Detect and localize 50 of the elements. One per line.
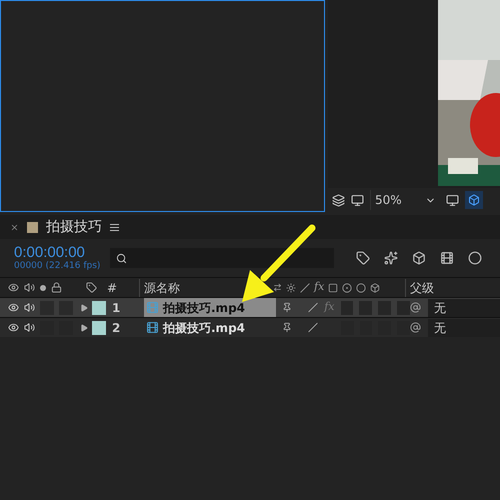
frame-blend-icon (328, 282, 338, 292)
timecode[interactable]: 0:00:00:00 (14, 244, 100, 261)
quality-switch-icon (300, 282, 310, 292)
sparkle-cube-icon[interactable] (384, 251, 398, 265)
label-icon (86, 282, 97, 293)
speaker-icon[interactable] (24, 302, 35, 313)
mask-icon[interactable] (465, 191, 483, 209)
speaker-icon[interactable] (24, 322, 35, 333)
layer-row[interactable]: 2 拍摄技巧.mp4 无 (0, 317, 500, 337)
expand-arrow-icon[interactable] (80, 324, 88, 332)
close-icon[interactable] (10, 222, 19, 232)
quality-icon[interactable] (308, 302, 318, 313)
video-file-icon (146, 321, 159, 334)
layers-icon[interactable] (332, 194, 345, 206)
circle-icon[interactable] (468, 251, 482, 265)
parent-dropdown[interactable]: 无 (428, 298, 500, 316)
pin-icon[interactable] (282, 302, 292, 313)
search-field[interactable] (110, 248, 334, 268)
video-file-icon (146, 301, 159, 314)
3d-layer-icon (370, 282, 380, 292)
effects-header: fx (314, 279, 324, 296)
lock-icon (51, 282, 62, 293)
timeline-tab[interactable]: 拍摄技巧 (46, 216, 102, 238)
layer-number: 1 (112, 300, 122, 316)
cube-icon[interactable] (412, 251, 426, 265)
motion-blur-icon (342, 282, 352, 292)
solo-icon (40, 285, 46, 291)
expand-arrow-icon[interactable] (80, 304, 88, 312)
monitor-icon[interactable] (351, 194, 364, 206)
frame-rate: 00000 (22.416 fps) (14, 261, 100, 272)
layer-name-cell[interactable]: 拍摄技巧.mp4 (144, 298, 276, 318)
menu-icon[interactable] (110, 224, 119, 230)
pin-icon[interactable] (282, 322, 292, 333)
composition-color-icon (27, 222, 38, 232)
eye-icon (8, 282, 19, 293)
search-icon (116, 252, 127, 264)
film-icon[interactable] (440, 251, 454, 265)
layer-name: 拍摄技巧.mp4 (163, 300, 246, 316)
layer-number: 2 (112, 320, 122, 336)
speaker-icon (24, 282, 35, 293)
layer-name-cell[interactable]: 拍摄技巧.mp4 (144, 318, 276, 338)
label-swatch[interactable] (92, 300, 106, 314)
eye-icon[interactable] (8, 302, 19, 313)
eye-icon[interactable] (8, 322, 19, 333)
parent-dropdown[interactable]: 无 (428, 318, 500, 336)
layer-name: 拍摄技巧.mp4 (163, 320, 246, 336)
number-header: # (107, 280, 118, 296)
quality-icon[interactable] (308, 322, 318, 333)
label-swatch[interactable] (92, 320, 106, 334)
layer-row[interactable]: 1 拍摄技巧.mp4 fx 无 (0, 297, 500, 317)
